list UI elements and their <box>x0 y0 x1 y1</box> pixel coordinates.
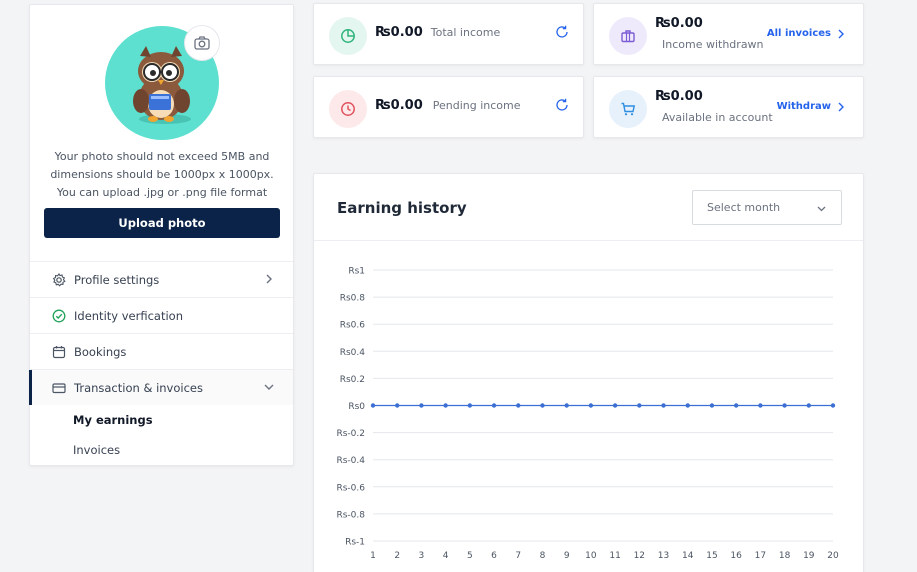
total-income-card: ₨0.00 Total income <box>313 3 584 65</box>
data-point <box>443 403 448 408</box>
menu-item-bookings[interactable]: Bookings <box>30 333 293 369</box>
x-tick-label: 16 <box>730 551 742 561</box>
x-tick-label: 9 <box>564 551 570 561</box>
total-income-amount: ₨0.00 <box>375 25 423 40</box>
data-point <box>588 403 594 408</box>
available-label: Available in account <box>662 111 773 124</box>
data-point <box>419 403 424 408</box>
menu-item-identity-verification[interactable]: Identity verfication <box>30 297 293 333</box>
pending-income-card: ₨0.00 Pending income <box>313 76 584 138</box>
x-tick-label: 4 <box>443 551 449 561</box>
earning-history-card: Earning history Select month Rs1 Rs0.8 Rs0… <box>313 173 864 572</box>
x-tick-label: 5 <box>467 551 473 561</box>
income-withdrawn-card: ₨0.00 Income withdrawn All invoices <box>593 3 864 65</box>
upload-photo-button[interactable]: Upload photo <box>44 208 280 238</box>
x-tick-label: 11 <box>609 551 620 561</box>
earning-history-chart: Rs1 Rs0.8 Rs0.6 Rs0.4 Rs0.2 Rs0 Rs-0.2 Rs-0.4 Rs… <box>336 267 839 562</box>
all-invoices-label: All invoices <box>766 28 831 39</box>
available-balance-card: ₨0.00 Available in account Withdraw <box>593 76 864 138</box>
x-tick-label: 3 <box>419 551 425 561</box>
x-tick-label: 12 <box>634 551 645 561</box>
available-amount: ₨0.00 <box>655 89 703 104</box>
x-tick-label: 17 <box>755 551 766 561</box>
data-point <box>685 403 690 408</box>
y-tick-label: Rs0.4 <box>340 348 366 358</box>
x-tick-label: 10 <box>585 551 597 561</box>
x-tick-label: 14 <box>682 551 694 561</box>
data-point <box>491 403 497 408</box>
menu-label-transactions: Transaction & invoices <box>74 380 203 395</box>
cart-icon <box>609 90 647 128</box>
x-tick-label: 8 <box>540 551 546 561</box>
submenu-item-my-earnings[interactable]: My earnings <box>30 405 293 435</box>
y-tick-label: Rs-0.2 <box>336 429 365 439</box>
menu-label-bookings: Bookings <box>74 344 127 359</box>
profile-card: Your photo should not exceed 5MB and dim… <box>29 4 294 466</box>
data-point <box>782 403 787 408</box>
photo-requirements-text: Your photo should not exceed 5MB and dim… <box>50 150 274 199</box>
income-withdrawn-amount: ₨0.00 <box>655 16 703 31</box>
data-point <box>564 403 569 408</box>
check-circle-icon <box>52 309 66 323</box>
menu-item-profile-settings[interactable]: Profile settings <box>30 261 293 297</box>
data-point <box>395 403 400 408</box>
x-tick-label: 6 <box>491 551 497 561</box>
x-tick-label: 1 <box>370 551 376 561</box>
gear-icon <box>52 272 66 287</box>
data-point <box>733 403 739 408</box>
withdraw-link[interactable]: Withdraw <box>777 101 845 112</box>
pending-income-amount: ₨0.00 <box>375 98 423 113</box>
total-income-label: Total income <box>430 26 501 39</box>
data-point <box>830 403 836 408</box>
y-tick-label: Rs0.6 <box>340 321 366 331</box>
profile-menu: Profile settings Identity verfication Bo… <box>29 261 293 465</box>
y-tick-label: Rs-0.4 <box>336 456 365 466</box>
data-point <box>370 403 376 408</box>
chevron-right-icon <box>838 29 844 38</box>
y-tick-label: Rs0 <box>348 402 365 412</box>
data-point <box>612 403 618 408</box>
briefcase-icon <box>609 17 647 55</box>
y-tick-label: Rs-1 <box>345 538 365 548</box>
chevron-right-icon <box>838 102 844 111</box>
data-point <box>709 403 715 408</box>
y-tick-label: Rs0.8 <box>340 294 366 304</box>
camera-icon <box>194 36 210 50</box>
y-tick-label: Rs0.2 <box>340 375 365 385</box>
all-invoices-link[interactable]: All invoices <box>767 28 845 39</box>
menu-item-transactions[interactable]: Transaction & invoices <box>29 369 293 405</box>
refresh-icon[interactable] <box>555 98 569 112</box>
withdraw-label: Withdraw <box>776 101 831 112</box>
chevron-right-icon <box>266 274 272 284</box>
x-tick-label: 20 <box>827 551 839 561</box>
x-tick-label: 15 <box>706 551 717 561</box>
credit-card-icon <box>52 381 66 395</box>
calendar-icon <box>52 345 66 359</box>
change-photo-button[interactable] <box>184 25 220 61</box>
submenu-item-invoices[interactable]: Invoices <box>30 435 293 465</box>
menu-label-identity: Identity verfication <box>74 308 183 323</box>
refresh-icon[interactable] <box>555 25 569 39</box>
pending-income-label: Pending income <box>432 99 521 112</box>
income-withdrawn-label: Income withdrawn <box>662 38 764 51</box>
x-tick-label: 7 <box>515 551 521 561</box>
x-tick-label: 18 <box>779 551 791 561</box>
data-point <box>467 403 473 408</box>
data-point <box>637 403 642 408</box>
data-point <box>806 403 811 408</box>
x-tick-label: 2 <box>394 551 400 561</box>
x-tick-label: 13 <box>658 551 669 561</box>
data-point <box>661 403 666 408</box>
chevron-down-icon <box>264 384 274 390</box>
pie-chart-icon <box>329 17 367 55</box>
data-point <box>516 403 521 408</box>
data-point <box>758 403 763 408</box>
clock-icon <box>329 90 367 128</box>
y-tick-label: Rs1 <box>348 267 365 277</box>
menu-label-profile-settings: Profile settings <box>74 272 160 287</box>
data-point <box>540 403 545 408</box>
x-tick-label: 19 <box>803 551 815 561</box>
y-tick-label: Rs-0.8 <box>336 510 365 520</box>
y-tick-label: Rs-0.6 <box>336 483 365 493</box>
